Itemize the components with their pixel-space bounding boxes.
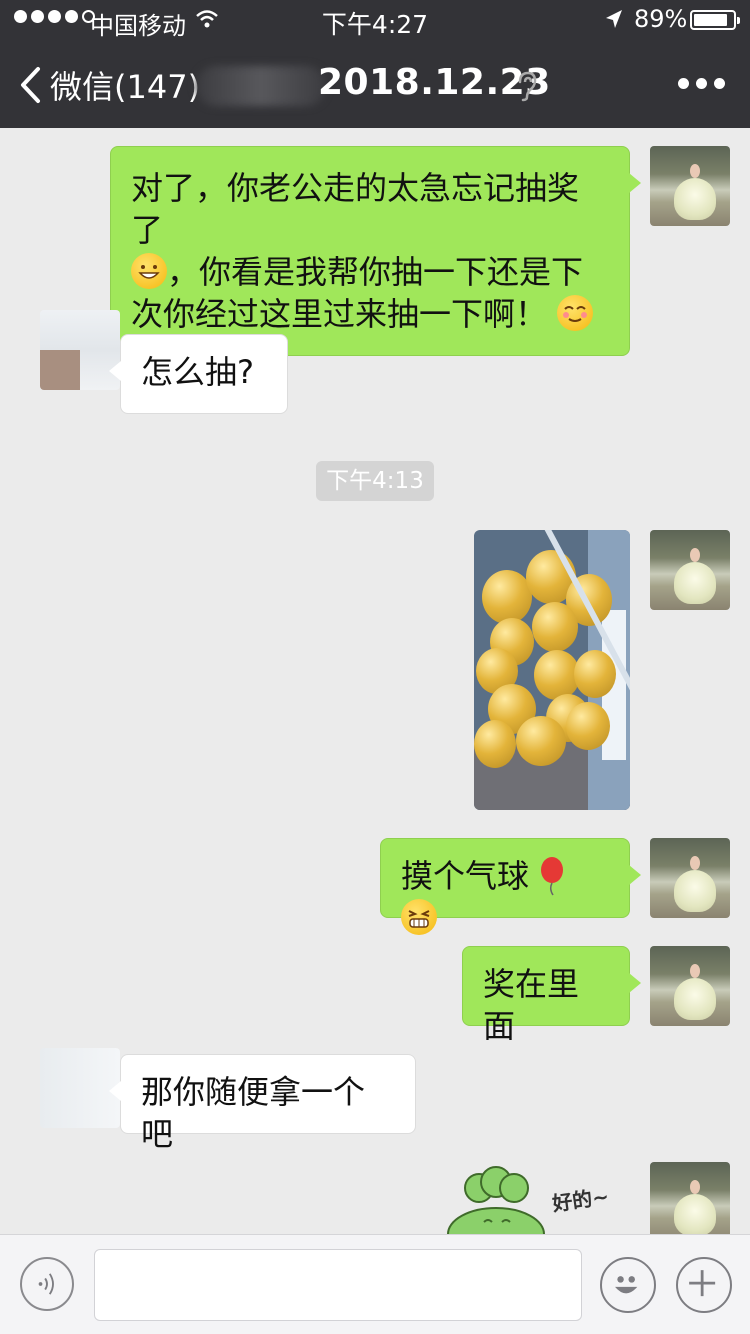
plus-icon[interactable] (676, 1257, 732, 1313)
contact-avatar[interactable] (40, 1048, 120, 1128)
my-avatar[interactable] (650, 146, 730, 226)
message-bubble[interactable]: 怎么抽? (109, 334, 288, 414)
message-bubble[interactable]: 对了，你老公走的太急忘记抽奖了 ，你看是我帮你抽一下还是下 次你经过这里过来抽一… (110, 146, 641, 356)
blurred-name (196, 66, 326, 106)
message-line: 次你经过这里过来抽一下啊！ (131, 295, 548, 333)
navigation-bar: 微信(147) 2018.12.23 (0, 40, 750, 128)
my-avatar[interactable] (650, 946, 730, 1026)
voice-icon[interactable] (20, 1257, 74, 1311)
blush-wink-emoji-icon (557, 295, 594, 331)
image-message[interactable] (474, 530, 630, 810)
smiley-icon (615, 1276, 638, 1294)
message-bubble[interactable]: 奖在里面 (462, 946, 641, 1045)
chevron-left-icon (21, 67, 40, 103)
input-bar (0, 1234, 750, 1334)
message-text: 摸个气球 (401, 857, 530, 895)
emoji-icon[interactable] (600, 1257, 656, 1313)
status-bar: 中国移动 下午4:27 89% (0, 0, 750, 40)
back-label: 微信(147) (50, 68, 201, 106)
voice-waves-icon (38, 1273, 54, 1295)
grin-emoji-icon (131, 253, 167, 289)
my-avatar[interactable] (650, 530, 730, 610)
chat-area: 对了，你老公走的太急忘记抽奖了 ，你看是我帮你抽一下还是下 次你经过这里过来抽一… (0, 128, 750, 1234)
location-arrow-icon (606, 10, 622, 28)
cabbage-sticker-icon (447, 1166, 545, 1234)
timestamp-divider: 下午4:13 (316, 461, 434, 501)
battery-icon (690, 10, 740, 30)
message-bubble[interactable]: 摸个气球 (380, 838, 641, 935)
ear-icon (518, 71, 537, 102)
message-bubble[interactable]: 那你随便拿一个吧 (109, 1054, 416, 1153)
balloon-emoji-icon (541, 857, 564, 896)
message-text: 奖在里面 (483, 965, 580, 1045)
my-avatar[interactable] (650, 838, 730, 918)
message-text: 怎么抽? (141, 353, 254, 391)
plus-sign-icon (689, 1270, 716, 1297)
message-input[interactable] (94, 1249, 582, 1321)
message-line: 对了，你老公走的太急忘记抽奖了 (131, 169, 580, 249)
my-avatar[interactable] (650, 1162, 730, 1234)
message-line-with-emoji: ，你看是我帮你抽一下还是下 (131, 251, 609, 293)
grimace-emoji-icon (401, 899, 437, 935)
sticker-message[interactable]: 好的~ (444, 1162, 624, 1234)
message-line: ，你看是我帮你抽一下还是下 (167, 253, 584, 291)
message-line-with-emoji: 次你经过这里过来抽一下啊！ (131, 293, 609, 335)
contact-avatar[interactable] (40, 310, 120, 390)
top-bar: 中国移动 下午4:27 89% 微信(147) 2018.12.23 (0, 0, 750, 128)
more-dots-icon[interactable] (678, 78, 725, 89)
back-button[interactable]: 微信(147) (18, 62, 200, 108)
battery-percent: 89% (634, 5, 688, 33)
message-text: 那你随便拿一个吧 (141, 1073, 366, 1153)
battery-fill (694, 14, 728, 26)
